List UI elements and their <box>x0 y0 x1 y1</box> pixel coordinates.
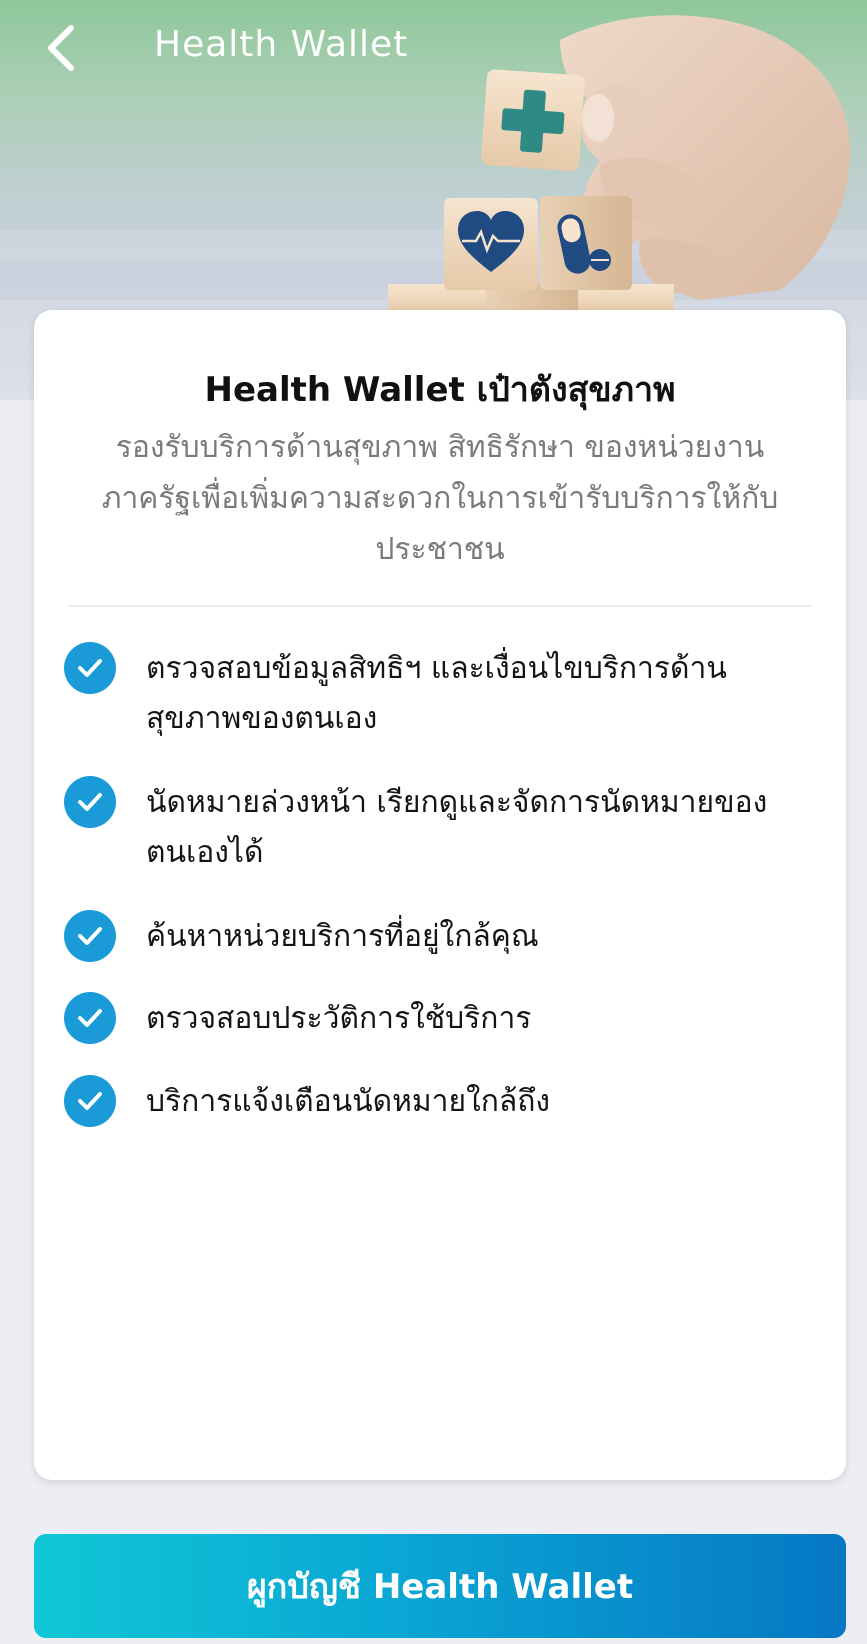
back-button[interactable] <box>34 18 86 78</box>
card-title: Health Wallet เป๋าตังสุขภาพ <box>204 370 676 410</box>
card-description: รองรับบริการด้านสุขภาพ สิทธิรักษา ของหน่… <box>101 430 779 567</box>
info-card: Health Wallet เป๋าตังสุขภาพ รองรับบริการ… <box>34 310 846 1480</box>
check-circle-icon <box>64 1075 116 1127</box>
check-circle-icon <box>64 642 116 694</box>
check-circle-icon <box>64 776 116 828</box>
feature-text: บริการแจ้งเตือนนัดหมายใกล้ถึง <box>146 1084 551 1119</box>
app-title: Health Wallet <box>154 24 409 65</box>
pill-block <box>540 196 632 290</box>
feature-text: ค้นหาหน่วยบริการที่อยู่ใกล้คุณ <box>146 919 539 954</box>
feature-text: นัดหมายล่วงหน้า เรียกดูและจัดการนัดหมายข… <box>146 785 768 870</box>
link-health-wallet-button[interactable]: ผูกบัญชี Health Wallet <box>34 1534 846 1638</box>
feature-text: ตรวจสอบประวัติการใช้บริการ <box>146 1001 532 1036</box>
divider <box>68 605 812 607</box>
heart-block <box>444 198 538 290</box>
feature-text: ตรวจสอบข้อมูลสิทธิฯ และเงื่อนไขบริการด้า… <box>146 651 727 736</box>
check-circle-icon <box>64 992 116 1044</box>
top-bar: Health Wallet <box>0 0 867 96</box>
chevron-left-icon <box>48 25 74 71</box>
health-wallet-screen: Health Wallet Health Wallet เป๋าตังสุขภา… <box>0 0 867 1644</box>
check-circle-icon <box>64 910 116 962</box>
